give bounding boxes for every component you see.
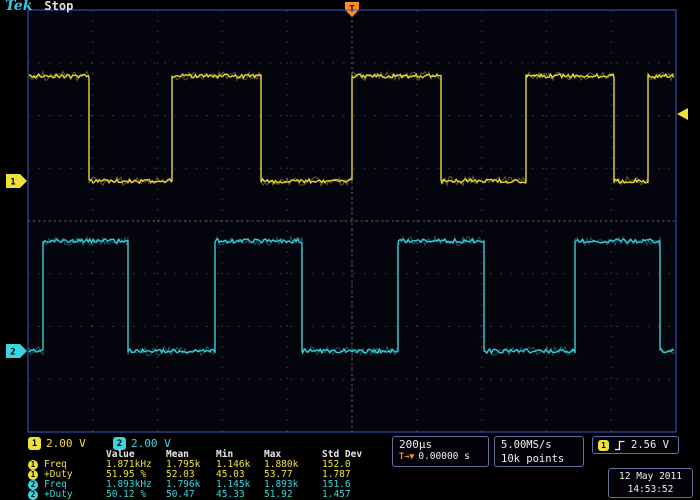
acquisition-status: Stop	[44, 0, 73, 13]
header-bar: Tek Stop	[5, 0, 73, 14]
datetime-box: 12 May 2011 14:53:52	[608, 468, 693, 498]
date-label: 12 May 2011	[615, 470, 686, 483]
ch2-ground-marker-label: 2	[10, 348, 15, 358]
meas-mean: 50.47	[166, 490, 216, 500]
meas-min: 45.33	[216, 490, 264, 500]
ch1-badge: 1	[28, 460, 38, 470]
ch2-badge: 2	[28, 480, 38, 490]
record-length: 10k points	[501, 452, 577, 466]
trigger-level-value: 2.56 V	[631, 439, 669, 451]
meas-value: 50.12 %	[106, 490, 166, 500]
trigger-level-arrow[interactable]	[677, 108, 688, 120]
acquisition-box[interactable]: 5.00MS/s 10k points	[494, 436, 584, 467]
ch1-ground-marker[interactable]	[6, 174, 27, 188]
trigger-readout-box[interactable]: 1 2.56 V	[592, 436, 679, 454]
timebase-scale: 200µs	[399, 438, 482, 451]
time-label: 14:53:52	[615, 483, 686, 496]
ch1-ground-marker-label: 1	[10, 178, 15, 188]
rising-edge-icon	[614, 439, 626, 452]
ch1-badge: 1	[28, 470, 38, 480]
scope-display: 12T	[0, 0, 700, 500]
oscilloscope-screen: 12T Tek Stop 1 2.00 V 2 2.00 V Value Mea…	[0, 0, 700, 500]
meas-std: 1.457	[322, 490, 382, 500]
timebase-box[interactable]: 200µs T→▼ 0.00000 s	[392, 436, 489, 467]
measurements-table: Value Mean Min Max Std Dev 1 Freq 1.871k…	[28, 450, 382, 500]
meas-row-badge: 2	[28, 490, 44, 500]
ch2-scale-label: 2.00 V	[131, 437, 171, 450]
trigger-position-icon: T→▼	[399, 452, 414, 462]
trigger-position-readout: T→▼ 0.00000 s	[399, 451, 482, 462]
trigger-position-value: 0.00000 s	[418, 451, 469, 462]
meas-row-badge: 2	[28, 480, 44, 490]
meas-row-badge: 1	[28, 470, 44, 480]
tek-logo: Tek	[5, 0, 32, 14]
ch2-badge: 2	[28, 490, 38, 500]
meas-max: 51.92	[264, 490, 322, 500]
meas-row-badge: 1	[28, 460, 44, 470]
meas-name: +Duty	[44, 490, 106, 500]
ch1-badge: 1	[28, 437, 41, 450]
trigger-source-badge: 1	[598, 440, 609, 451]
sample-rate: 5.00MS/s	[501, 438, 577, 452]
ch1-scale-label: 2.00 V	[46, 437, 86, 450]
ch2-ground-marker[interactable]	[6, 344, 27, 358]
ch1-scale-readout[interactable]: 1 2.00 V	[28, 437, 86, 450]
